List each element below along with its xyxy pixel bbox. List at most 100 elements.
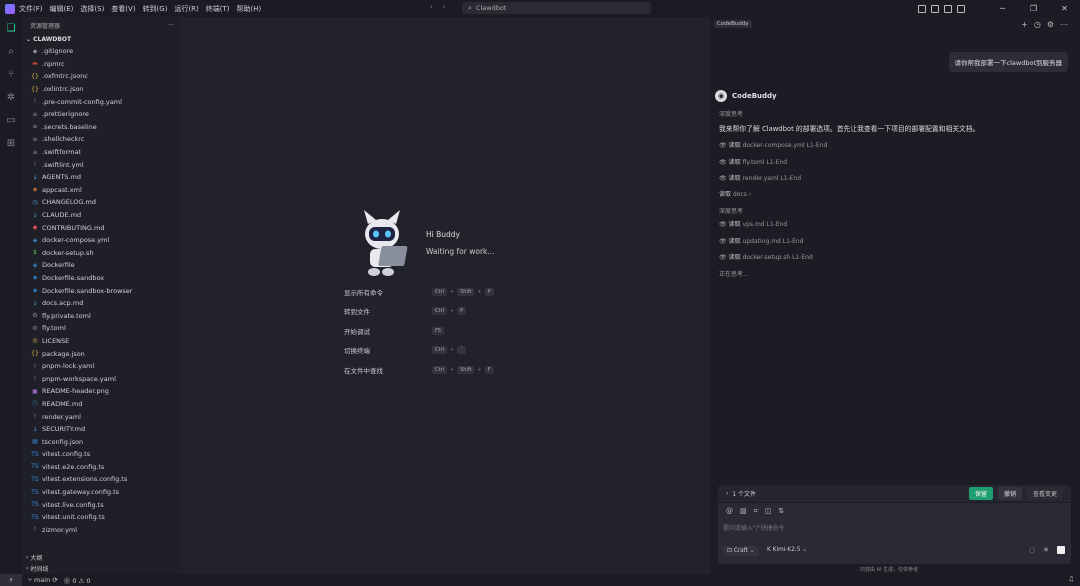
file-item[interactable]: ▬ .npmrc: [22, 58, 182, 71]
shortcut-row[interactable]: 切换终端 Ctrl + `: [344, 341, 534, 361]
extensions-icon[interactable]: ⊞: [0, 132, 22, 155]
file-item[interactable]: ! zizmor.yml: [22, 524, 182, 537]
maximize-button[interactable]: ❐: [1018, 4, 1049, 13]
toggle-panel-icon[interactable]: [931, 4, 939, 13]
file-item[interactable]: ▣ README-header.png: [22, 385, 182, 398]
explorer-icon[interactable]: ❏: [0, 17, 22, 40]
file-icon[interactable]: ⌗: [754, 507, 758, 516]
customize-layout-icon[interactable]: [957, 4, 965, 13]
project-root[interactable]: ⌄ CLAWDBOT: [22, 34, 182, 45]
back-arrow-icon[interactable]: ‹: [430, 3, 433, 11]
file-item[interactable]: ◆ CONTRIBUTING.md: [22, 221, 182, 234]
file-item[interactable]: $ docker-setup.sh: [22, 247, 182, 260]
file-item[interactable]: ↓ SECURITY.md: [22, 423, 182, 436]
file-item[interactable]: TS vitest.extensions.config.ts: [22, 473, 182, 486]
menu-item[interactable]: 帮助(H): [237, 4, 262, 14]
notification-icon[interactable]: ♫: [1068, 575, 1074, 583]
more-icon[interactable]: ⋯: [1060, 20, 1068, 29]
toggle-sidebar-icon[interactable]: [918, 4, 926, 13]
file-item[interactable]: TS vitest.unit.config.ts: [22, 511, 182, 524]
menu-item[interactable]: 文件(F): [19, 4, 43, 14]
keep-button[interactable]: 保留: [968, 487, 993, 500]
deep-think-label[interactable]: 深度思考: [719, 109, 743, 118]
mention-icon[interactable]: @: [726, 507, 733, 516]
read-file-row[interactable]: 👁 读取 docker-setup.sh L1-End: [719, 252, 813, 261]
file-item[interactable]: ◷ CHANGELOG.md: [22, 196, 182, 209]
chat-input[interactable]: 提问或输入"/"快捷命令: [723, 523, 785, 532]
file-item[interactable]: ↓ CLAUDE.md: [22, 209, 182, 222]
file-item[interactable]: ◈ appcast.xml: [22, 184, 182, 197]
model-select[interactable]: K Kimi-K2.5 ⌄: [767, 547, 807, 553]
read-file-row[interactable]: 👁 读取 docker-compose.yml L1-End: [719, 140, 827, 149]
file-item[interactable]: TS vitest.e2e.config.ts: [22, 461, 182, 474]
deep-think-label[interactable]: 深度思考: [719, 206, 743, 215]
file-item[interactable]: ! .swiftlint.yml: [22, 158, 182, 171]
file-item[interactable]: ≡ .shellcheckrc: [22, 133, 182, 146]
read-file-row[interactable]: 👁 读取 vps.md L1-End: [719, 219, 787, 228]
history-icon[interactable]: ◷: [1034, 20, 1041, 29]
debug-icon[interactable]: ✲: [0, 86, 22, 109]
file-item[interactable]: ⓘ README.md: [22, 398, 182, 411]
stop-button[interactable]: [1057, 546, 1065, 554]
rules-icon[interactable]: ⇅: [778, 507, 784, 516]
terminal-icon[interactable]: ◫: [765, 507, 772, 516]
forward-arrow-icon[interactable]: ›: [443, 3, 446, 11]
file-item[interactable]: ↓ AGENTS.md: [22, 171, 182, 184]
file-item[interactable]: ◈ Dockerfile: [22, 259, 182, 272]
problems-status[interactable]: ⓪ 0 ⚠ 0: [64, 575, 91, 585]
panel-tab-codebuddy[interactable]: CodeBuddy: [714, 20, 752, 28]
file-item[interactable]: ◈ Dockerfile.sandbox: [22, 272, 182, 285]
shortcut-row[interactable]: 转到文件 Ctrl + P: [344, 302, 534, 322]
file-item[interactable]: TS vitest.gateway.config.ts: [22, 486, 182, 499]
menu-item[interactable]: 终端(T): [206, 4, 230, 14]
menu-item[interactable]: 编辑(E): [50, 4, 74, 14]
file-item[interactable]: ≡ .secrets.baseline: [22, 121, 182, 134]
file-item[interactable]: {} .oxlintrc.json: [22, 83, 182, 96]
file-item[interactable]: {} package.json: [22, 347, 182, 360]
close-button[interactable]: ✕: [1049, 4, 1080, 13]
more-actions-icon[interactable]: ···: [168, 22, 174, 29]
file-item[interactable]: ! pnpm-lock.yaml: [22, 360, 182, 373]
minimize-button[interactable]: ─: [987, 4, 1018, 13]
shortcut-row[interactable]: 开始调试 F5: [344, 321, 534, 341]
file-item[interactable]: ◎ LICENSE: [22, 335, 182, 348]
view-changes-button[interactable]: 查看变更: [1026, 487, 1063, 500]
gear-icon[interactable]: ⚙: [1047, 20, 1054, 29]
shortcut-row[interactable]: 在文件中查找 Ctrl + Shift + F: [344, 360, 534, 380]
source-control-icon[interactable]: ⑂: [0, 63, 22, 86]
changed-files-count[interactable]: 1 个文件: [732, 489, 756, 498]
file-item[interactable]: ▤ tsconfig.json: [22, 435, 182, 448]
file-item[interactable]: ! pnpm-workspace.yaml: [22, 372, 182, 385]
file-item[interactable]: ! .pre-commit-config.yaml: [22, 95, 182, 108]
shortcut-row[interactable]: 显示所有命令 Ctrl + Shift + P: [344, 282, 534, 302]
remote-icon[interactable]: ⚡: [0, 574, 22, 586]
menu-item[interactable]: 转到(G): [143, 4, 168, 14]
file-item[interactable]: ◈ Dockerfile.sandbox-browser: [22, 284, 182, 297]
new-chat-icon[interactable]: +: [1021, 20, 1028, 29]
sparkle-icon[interactable]: ✳: [1043, 546, 1049, 554]
undo-button[interactable]: 撤销: [997, 487, 1022, 500]
file-item[interactable]: ! render.yaml: [22, 410, 182, 423]
file-item[interactable]: ◆ .gitignore: [22, 45, 182, 58]
menu-item[interactable]: 选择(S): [80, 4, 104, 14]
remote-explorer-icon[interactable]: ▭: [0, 109, 22, 132]
file-item[interactable]: TS vitest.config.ts: [22, 448, 182, 461]
branch-status[interactable]: ⑂ main ⟳: [28, 576, 58, 584]
file-item[interactable]: ⚙ fly.private.toml: [22, 309, 182, 322]
menu-item[interactable]: 运行(R): [174, 4, 198, 14]
image-icon[interactable]: ▨: [740, 507, 747, 516]
file-item[interactable]: {} .oxfmtrc.jsonc: [22, 70, 182, 83]
search-view-icon[interactable]: ⌕: [0, 40, 22, 63]
read-docs-row[interactable]: 读取 docs ›: [719, 189, 751, 198]
read-file-row[interactable]: 👁 读取 render.yaml L1-End: [719, 173, 801, 182]
outline-section[interactable]: › 大纲: [22, 552, 182, 563]
file-item[interactable]: ↓ docs.acp.md: [22, 297, 182, 310]
file-item[interactable]: ◈ docker-compose.yml: [22, 234, 182, 247]
file-item[interactable]: ≡ .prettierignore: [22, 108, 182, 121]
command-search[interactable]: ⌕ Clawdbot: [462, 2, 651, 14]
file-item[interactable]: ≡ .swiftformat: [22, 146, 182, 159]
read-file-row[interactable]: 👁 读取 updating.md L1-End: [719, 236, 804, 245]
timeline-section[interactable]: › 时间线: [22, 563, 182, 574]
menu-item[interactable]: 查看(V): [111, 4, 135, 14]
file-item[interactable]: ⚙ fly.toml: [22, 322, 182, 335]
